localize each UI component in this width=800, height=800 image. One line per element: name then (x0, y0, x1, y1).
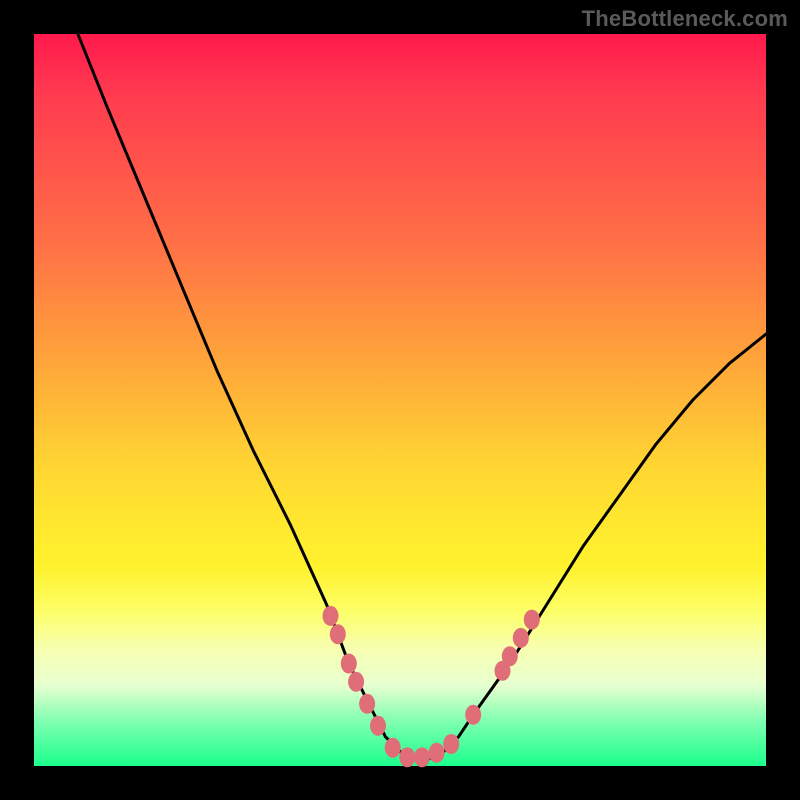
curve-marker (502, 646, 518, 666)
bottleneck-curve (78, 34, 766, 759)
curve-marker (385, 738, 401, 758)
curve-marker (465, 705, 481, 725)
curve-marker (399, 747, 415, 767)
watermark-text: TheBottleneck.com (582, 6, 788, 32)
curve-marker (414, 747, 430, 767)
curve-marker (341, 654, 357, 674)
chart-frame: TheBottleneck.com (0, 0, 800, 800)
curve-marker (359, 694, 375, 714)
curve-markers (323, 606, 540, 767)
curve-marker (443, 734, 459, 754)
curve-marker (513, 628, 529, 648)
curve-marker (524, 610, 540, 630)
curve-svg (34, 34, 766, 766)
curve-marker (330, 624, 346, 644)
curve-marker (429, 743, 445, 763)
plot-area (34, 34, 766, 766)
curve-marker (348, 672, 364, 692)
curve-marker (323, 606, 339, 626)
curve-marker (370, 716, 386, 736)
